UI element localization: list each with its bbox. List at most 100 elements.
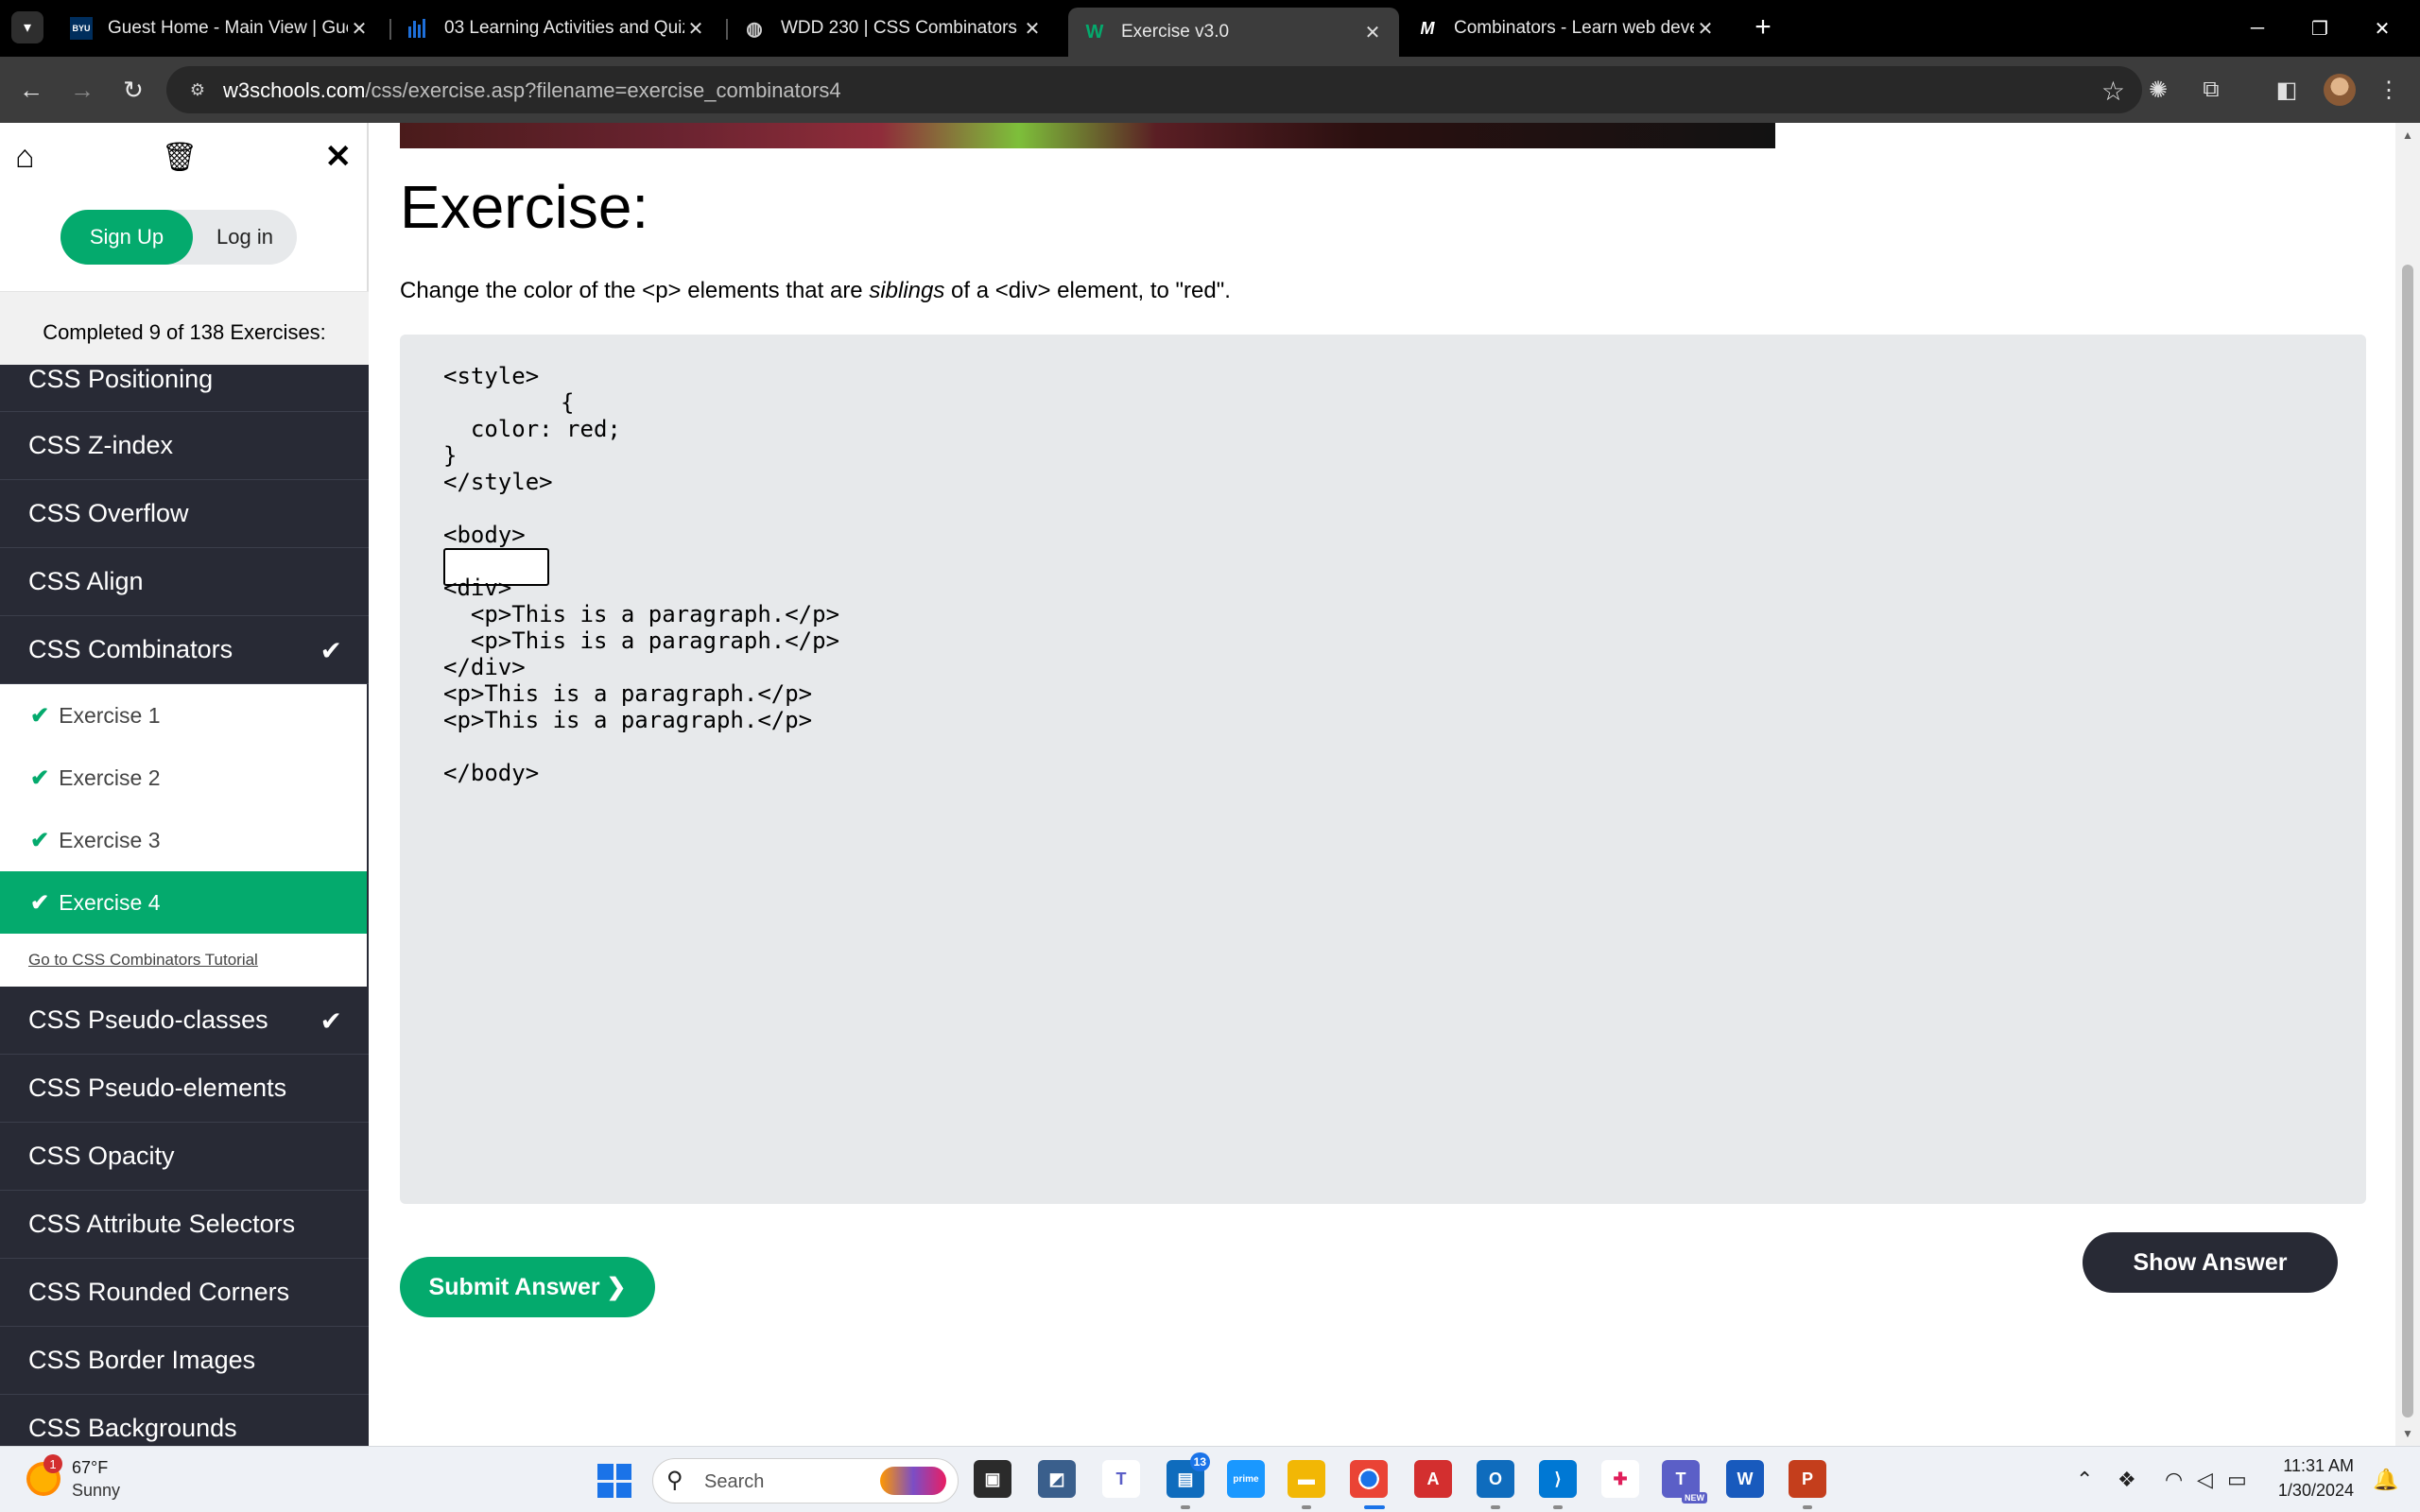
combinators-submenu: ✔ Exercise 1 ✔ Exercise 2 ✔ Exercise 3 ✔ Exe… (0, 684, 369, 987)
outlook-icon[interactable]: O (1477, 1460, 1514, 1498)
side-panel-icon[interactable]: ◧ (2271, 74, 2303, 106)
page-scrollbar[interactable]: ▲ ▼ (2395, 123, 2420, 1446)
menu-item-label: CSS Opacity (28, 1142, 175, 1170)
url-host: w3schools.com (223, 78, 366, 102)
file-explorer-icon[interactable]: ▬ (1288, 1460, 1325, 1498)
window-close-button[interactable]: ✕ (2354, 9, 2411, 47)
weather-widget[interactable]: 1 67°F Sunny (26, 1454, 234, 1503)
outlook-calendar-icon[interactable]: ▤ 13 (1167, 1452, 1210, 1498)
wifi-icon[interactable]: ◠ (2165, 1468, 2183, 1492)
windows-start-icon[interactable] (597, 1464, 631, 1498)
acrobat-icon[interactable]: A (1414, 1460, 1452, 1498)
menu-item-css-positioning[interactable]: CSS Positioning (0, 365, 369, 412)
powerpoint-icon[interactable]: P (1789, 1460, 1826, 1498)
new-tab-button[interactable]: + (1747, 11, 1779, 43)
volume-icon[interactable]: ◁ (2197, 1468, 2213, 1492)
exercise-menu: CSS Positioning CSS Z-index CSS Overflow… (0, 365, 369, 1446)
running-indicator (1553, 1505, 1563, 1509)
bookmark-star-icon[interactable]: ☆ (2101, 76, 2125, 107)
log-in-button[interactable]: Log in (193, 210, 297, 265)
globe-icon: ◍ (746, 18, 763, 40)
new-badge: NEW (1682, 1492, 1707, 1503)
scroll-thumb[interactable] (2402, 265, 2413, 1418)
tutorial-link[interactable]: Go to CSS Combinators Tutorial (0, 934, 367, 987)
clock-date[interactable]: 1/30/2024 (2256, 1481, 2354, 1501)
app-blue-icon[interactable]: ◩ (1038, 1460, 1076, 1498)
sub-item-exercise-1[interactable]: ✔ Exercise 1 (0, 684, 367, 747)
close-icon[interactable]: ✕ (1021, 17, 1044, 41)
slack-icon[interactable]: ✚ (1601, 1460, 1639, 1498)
sub-item-exercise-3[interactable]: ✔ Exercise 3 (0, 809, 367, 871)
menu-item-css-pseudo-elements[interactable]: CSS Pseudo-elements (0, 1055, 369, 1123)
code-line: <p>This is a paragraph.</p> (443, 707, 813, 733)
more-menu-icon[interactable]: ⋮ (2373, 74, 2405, 106)
sign-up-button[interactable]: Sign Up (60, 210, 193, 265)
bar-chart-icon (406, 17, 429, 40)
extensions-puzzle-icon[interactable]: ⧉ (2195, 74, 2227, 106)
teams-new-icon[interactable]: T NEW (1662, 1460, 1707, 1503)
sub-item-exercise-2[interactable]: ✔ Exercise 2 (0, 747, 367, 809)
submit-answer-button[interactable]: Submit Answer ❯ (400, 1257, 655, 1317)
browser-tab-combinators-mdn[interactable]: M Combinators - Learn web development ✕ (1401, 8, 1732, 49)
menu-item-css-border-images[interactable]: CSS Border Images (0, 1327, 369, 1395)
sub-item-exercise-4[interactable]: ✔ Exercise 4 (0, 871, 367, 934)
site-info-icon[interactable]: ⚙ (185, 77, 210, 102)
address-bar[interactable]: ⚙ w3schools.com/css/exercise.asp?filenam… (166, 66, 2142, 113)
menu-item-css-pseudo-classes[interactable]: CSS Pseudo-classes ✔ (0, 987, 369, 1055)
menu-item-css-overflow[interactable]: CSS Overflow (0, 480, 369, 548)
menu-item-css-rounded-corners[interactable]: CSS Rounded Corners (0, 1259, 369, 1327)
close-icon[interactable]: ✕ (348, 17, 371, 41)
browser-tab-wdd230[interactable]: ◍ WDD 230 | CSS Combinators ✕ (728, 8, 1059, 49)
chrome-icon[interactable] (1350, 1460, 1388, 1498)
code-line: <div> (443, 575, 512, 601)
scroll-down-arrow-icon[interactable]: ▼ (2395, 1427, 2420, 1440)
close-icon[interactable]: ✕ (1361, 21, 1384, 44)
dropbox-icon[interactable]: ❖ (2118, 1468, 2136, 1492)
menu-item-css-attribute-selectors[interactable]: CSS Attribute Selectors (0, 1191, 369, 1259)
ad-banner[interactable] (400, 123, 1775, 148)
vscode-icon[interactable]: ⟩ (1539, 1460, 1577, 1498)
battery-icon[interactable]: ▭ (2227, 1468, 2247, 1492)
notification-bell-icon[interactable]: 🔔 (2373, 1468, 2398, 1492)
taskbar-search[interactable]: ⚲ Search (652, 1458, 959, 1503)
url-text[interactable]: w3schools.com/css/exercise.asp?filename=… (223, 78, 841, 103)
close-icon[interactable]: ✕ (684, 17, 707, 41)
forward-arrow-icon[interactable]: → (64, 72, 100, 108)
menu-item-css-z-index[interactable]: CSS Z-index (0, 412, 369, 480)
menu-item-css-backgrounds[interactable]: CSS Backgrounds (0, 1395, 369, 1446)
chevron-down-icon: ▾ (23, 20, 32, 36)
browser-tab-guest-home[interactable]: BYU Guest Home - Main View | Guest ✕ (55, 8, 386, 49)
clock-time[interactable]: 11:31 AM (2269, 1456, 2354, 1476)
word-icon[interactable]: W (1726, 1460, 1764, 1498)
menu-item-label: CSS Overflow (28, 499, 189, 527)
browser-tab-exercise[interactable]: W Exercise v3.0 ✕ (1068, 8, 1399, 57)
menu-item-css-align[interactable]: CSS Align (0, 548, 369, 616)
prime-video-icon[interactable]: prime (1227, 1460, 1265, 1498)
auth-toggle: Sign Up Log in (60, 210, 297, 265)
close-icon[interactable]: ✕ (324, 138, 352, 176)
home-icon[interactable]: ⌂ (15, 139, 35, 176)
trash-icon[interactable]: 🗑 (162, 141, 198, 174)
extension-gear-icon[interactable]: ✺ (2142, 74, 2174, 106)
close-icon[interactable]: ✕ (1694, 17, 1717, 41)
back-arrow-icon[interactable]: ← (13, 72, 49, 108)
show-answer-button[interactable]: Show Answer (2083, 1232, 2338, 1293)
minimize-button[interactable]: ─ (2229, 9, 2286, 47)
browser-tab-learning-activities[interactable]: 03 Learning Activities and Quizzes ✕ (391, 8, 722, 49)
tab-search-button[interactable]: ▾ (11, 11, 43, 43)
instruction-text: of a <div> element, to "red". (944, 278, 1231, 303)
menu-item-css-combinators[interactable]: CSS Combinators ✔ (0, 616, 369, 684)
task-view-icon[interactable]: ▣ (974, 1460, 1011, 1498)
sub-item-label: Exercise 3 (59, 827, 161, 852)
reload-icon[interactable]: ↻ (115, 72, 151, 108)
search-highlight-art (880, 1467, 946, 1495)
chevron-up-icon[interactable]: ⌃ (2076, 1468, 2093, 1492)
scroll-up-arrow-icon[interactable]: ▲ (2395, 129, 2420, 142)
unread-badge: 13 (1189, 1452, 1210, 1471)
menu-item-label: CSS Border Images (28, 1346, 256, 1374)
teams-icon[interactable]: T (1102, 1460, 1140, 1498)
restore-button[interactable]: ❐ (2291, 9, 2348, 47)
menu-item-css-opacity[interactable]: CSS Opacity (0, 1123, 369, 1191)
code-line: </div> (443, 654, 526, 680)
profile-avatar[interactable] (2324, 74, 2356, 106)
